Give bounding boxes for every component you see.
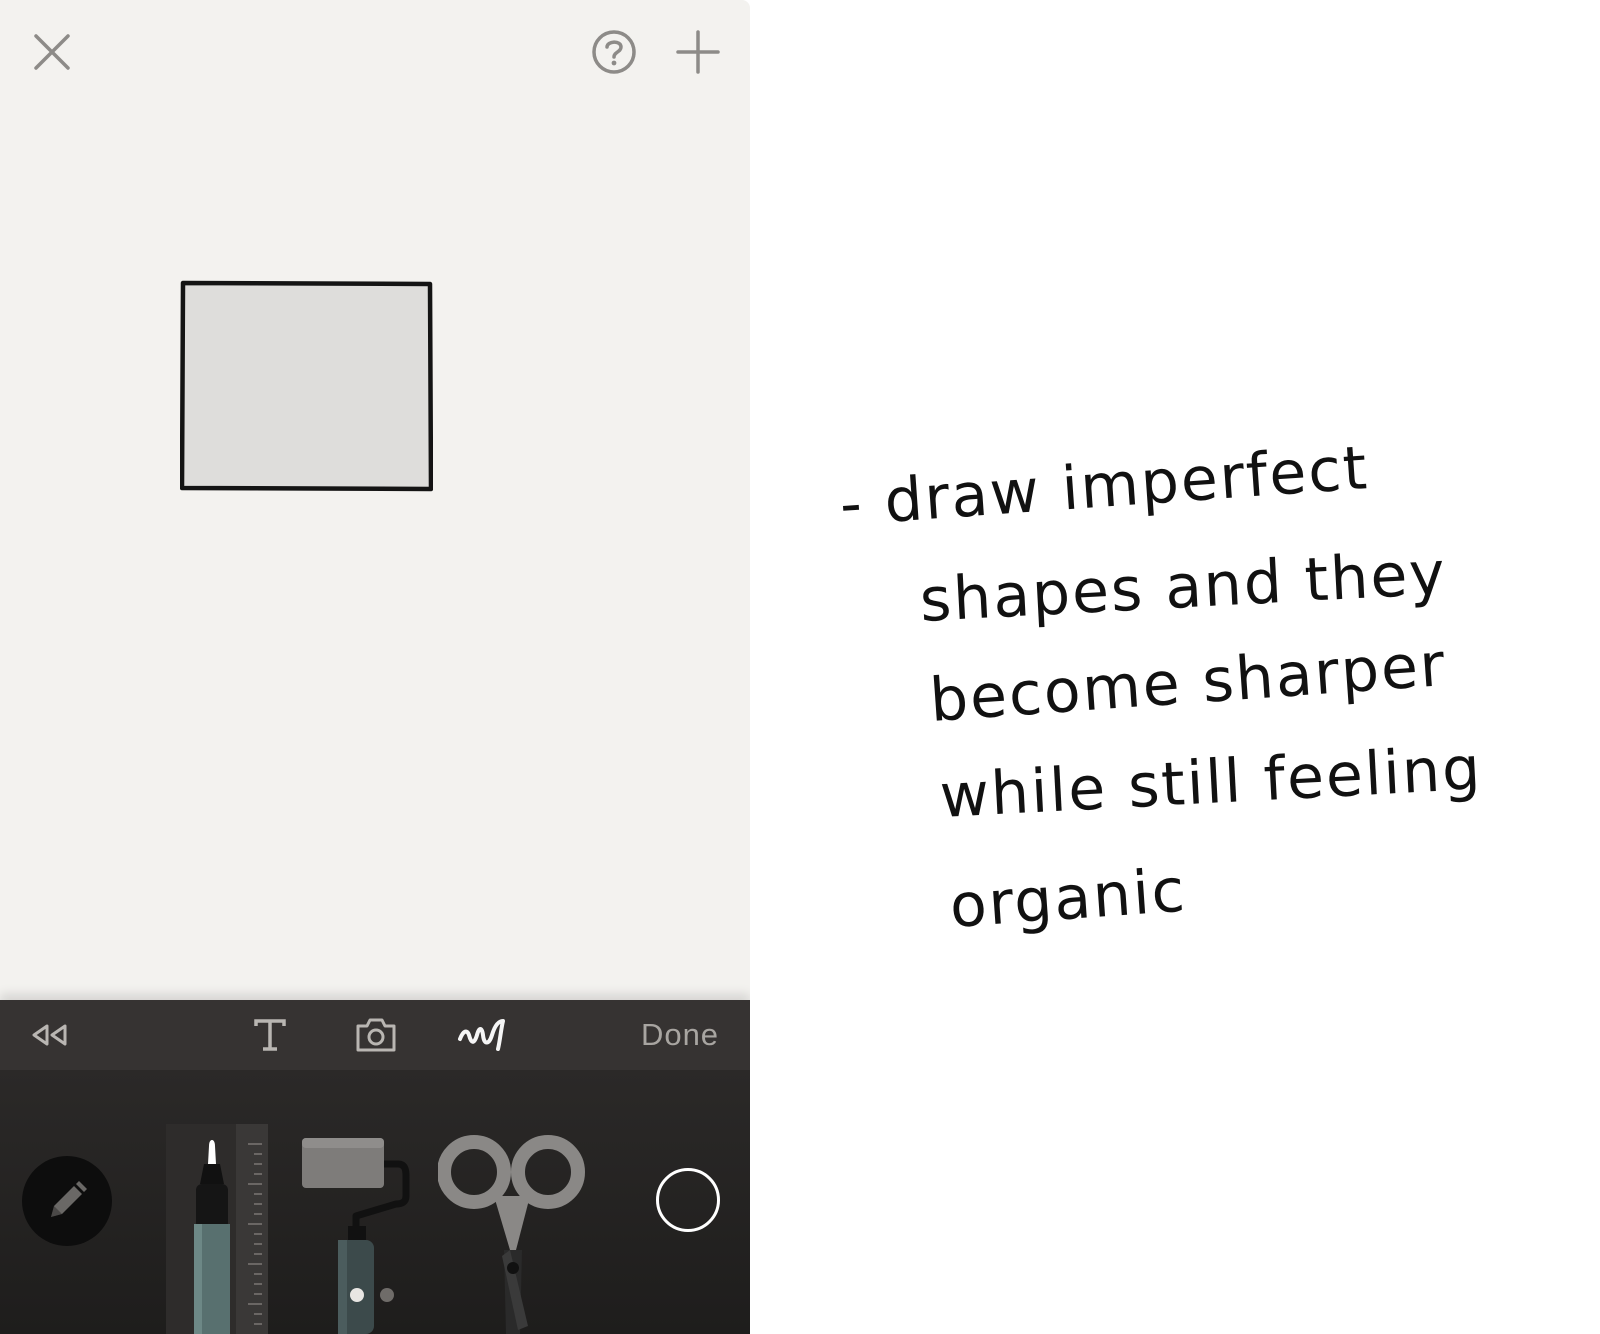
pencil-mode-button[interactable]	[22, 1156, 112, 1246]
roller-tool[interactable]	[302, 1136, 412, 1334]
text-icon	[254, 1019, 286, 1051]
color-picker-button[interactable]	[656, 1168, 720, 1232]
scissors-tool[interactable]	[437, 1130, 588, 1334]
roller-icon	[302, 1138, 410, 1334]
camera-button[interactable]	[346, 1000, 406, 1070]
page-dot-active[interactable]	[350, 1288, 364, 1302]
tool-strip: Done	[0, 1000, 750, 1070]
rewind-icon	[32, 1024, 67, 1046]
camera-icon	[356, 1018, 396, 1052]
sketch-app-panel: Done	[0, 0, 750, 1334]
draw-tool-button[interactable]	[452, 1000, 512, 1070]
add-button[interactable]	[670, 24, 726, 80]
scissors-icon	[437, 1135, 585, 1334]
squiggle-icon	[458, 1019, 505, 1051]
done-button[interactable]: Done	[620, 1000, 740, 1070]
screen: Done - draw imperfect shapes and they be…	[0, 0, 1600, 1334]
close-button[interactable]	[24, 24, 80, 80]
plus-icon	[676, 30, 720, 74]
page-dot[interactable]	[380, 1288, 394, 1302]
note-line-5: organic	[947, 855, 1189, 942]
note-line-4: while still feeling	[938, 733, 1484, 832]
help-button[interactable]	[586, 24, 642, 80]
marker-icon	[166, 1124, 268, 1334]
text-tool-button[interactable]	[240, 1000, 300, 1070]
tool-page-indicator	[350, 1288, 400, 1304]
drawn-rectangle[interactable]	[179, 280, 434, 492]
handwritten-note: - draw imperfect shapes and they become …	[780, 0, 1600, 1334]
pencil-icon	[51, 1181, 87, 1217]
rewind-button[interactable]	[20, 1000, 80, 1070]
note-line-1: - draw imperfect	[837, 433, 1371, 540]
close-icon	[34, 34, 70, 70]
help-icon	[592, 30, 636, 74]
note-line-2: shapes and they	[918, 538, 1449, 636]
tool-tray	[0, 1070, 750, 1334]
note-line-3: become sharper	[927, 629, 1449, 736]
marker-tool[interactable]	[166, 1124, 268, 1334]
